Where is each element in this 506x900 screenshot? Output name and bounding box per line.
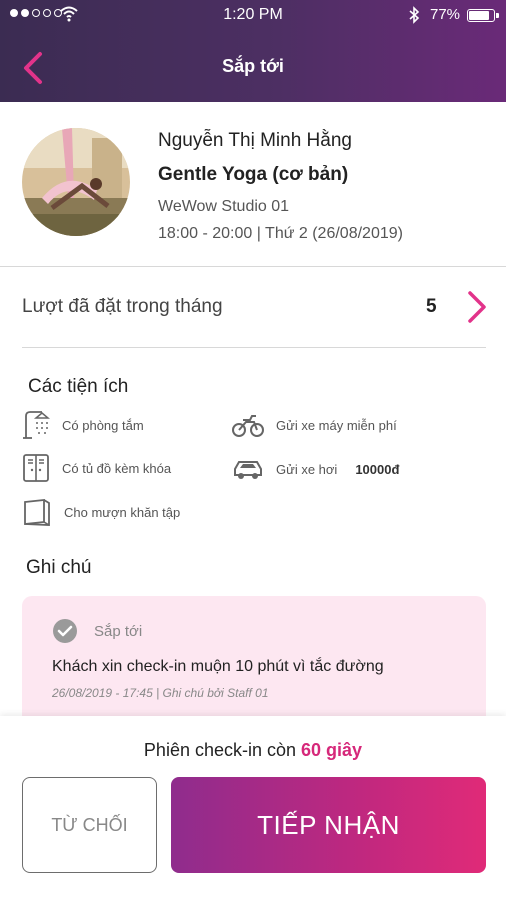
amenity-label: Cho mượn khăn tập: [64, 504, 181, 520]
amenity-label: Có tủ đồ kèm khóa: [62, 460, 172, 476]
booking-summary: Nguyễn Thị Minh Hằng Gentle Yoga (cơ bản…: [0, 102, 506, 267]
check-circle-icon: [53, 619, 77, 643]
notes-title: Ghi chú: [26, 557, 92, 578]
note-status-label: Sắp tới: [94, 622, 143, 640]
page-title: Sắp tới: [222, 56, 284, 76]
chevron-right-icon[interactable]: [464, 289, 488, 325]
status-bar: 1:20 PM 77%: [0, 0, 506, 30]
session-seconds: 60 giây: [301, 740, 363, 760]
amenity-label: Gửi xe hơi: [276, 461, 338, 477]
amenity-item: Cho mượn khăn tập: [22, 497, 180, 527]
amenity-item: Gửi xe hơi 10000đ: [232, 456, 399, 482]
amenity-item: Gửi xe máy miễn phí: [232, 412, 397, 438]
motorbike-icon: [232, 415, 264, 437]
decline-button[interactable]: TỪ CHỐI: [22, 777, 157, 873]
session-prefix: Phiên check-in còn: [143, 740, 297, 760]
amenity-item: Có tủ đồ kèm khóa: [22, 453, 171, 483]
amenity-label: Có phòng tắm: [62, 417, 144, 433]
shower-icon: [23, 411, 50, 439]
note-card: Sắp tới Khách xin check-in muộn 10 phút …: [22, 596, 486, 736]
checkin-session-text: Phiên check-in còn 60 giây: [0, 740, 506, 761]
battery-percent: 77%: [430, 6, 461, 23]
note-status: Sắp tới: [52, 618, 142, 644]
battery-icon: [467, 9, 499, 22]
checkin-action-panel: Phiên check-in còn 60 giây TỪ CHỐI TIẾP …: [0, 716, 506, 900]
car-icon: [234, 461, 262, 479]
amenity-label: Gửi xe máy miễn phí: [276, 417, 397, 433]
teacher-name: Nguyễn Thị Minh Hằng: [158, 130, 352, 151]
amenity-price: 10000đ: [355, 461, 400, 477]
note-meta: 26/08/2019 - 17:45 | Ghi chú bởi Staff 0…: [52, 686, 269, 700]
class-schedule: 18:00 - 20:00 | Thứ 2 (26/08/2019): [158, 225, 403, 242]
note-text: Khách xin check-in muộn 10 phút vì tắc đ…: [52, 658, 384, 675]
monthly-bookings-label: Lượt đã đặt trong tháng: [22, 296, 223, 317]
amenity-item: Có phòng tắm: [22, 410, 144, 440]
amenities-title: Các tiện ích: [28, 376, 129, 397]
monthly-bookings-row[interactable]: Lượt đã đặt trong tháng 5: [0, 267, 506, 347]
accept-button[interactable]: TIẾP NHẬN: [171, 777, 486, 873]
bluetooth-icon: [409, 6, 420, 24]
class-avatar: [22, 128, 130, 236]
monthly-bookings-count: 5: [426, 296, 437, 317]
divider: [22, 347, 486, 348]
class-name: Gentle Yoga (cơ bản): [158, 164, 349, 185]
towel-icon: [24, 499, 50, 526]
locker-icon: [23, 454, 49, 482]
studio-name: WeWow Studio 01: [158, 198, 290, 215]
app-header: 1:20 PM 77% Sắp tới: [0, 0, 506, 102]
